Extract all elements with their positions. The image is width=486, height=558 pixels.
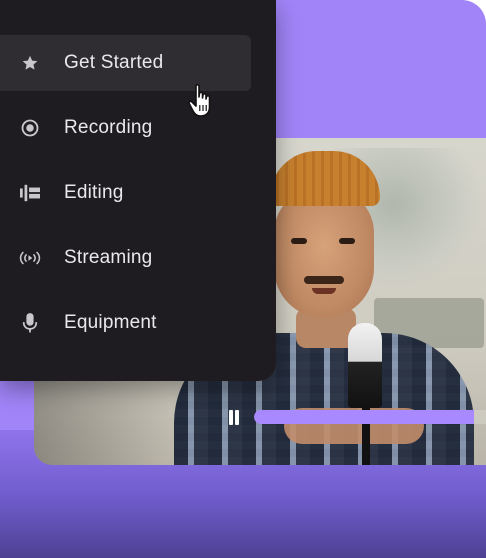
sidebar-item-label: Editing xyxy=(64,182,124,203)
sidebar-item-label: Get Started xyxy=(64,52,164,73)
sidebar-item-label: Streaming xyxy=(64,247,153,268)
sidebar-item-label: Equipment xyxy=(64,312,157,333)
hand-pointer-cursor-icon xyxy=(187,83,217,119)
progress-bar[interactable] xyxy=(254,410,486,424)
timeline-edit-icon xyxy=(19,182,41,204)
sidebar-item-streaming[interactable]: Streaming xyxy=(0,230,251,286)
star-icon xyxy=(19,52,41,74)
pause-icon[interactable] xyxy=(222,406,244,430)
microphone-icon xyxy=(19,312,41,334)
broadcast-icon xyxy=(19,247,41,269)
sidebar-item-equipment[interactable]: Equipment xyxy=(0,295,251,351)
record-icon xyxy=(19,117,41,139)
sidebar-item-label: Recording xyxy=(64,117,153,138)
sidebar-menu: Get Started Recording Editing Streaming … xyxy=(0,0,276,381)
sidebar-item-editing[interactable]: Editing xyxy=(0,165,251,221)
progress-bar-fill xyxy=(254,410,475,424)
